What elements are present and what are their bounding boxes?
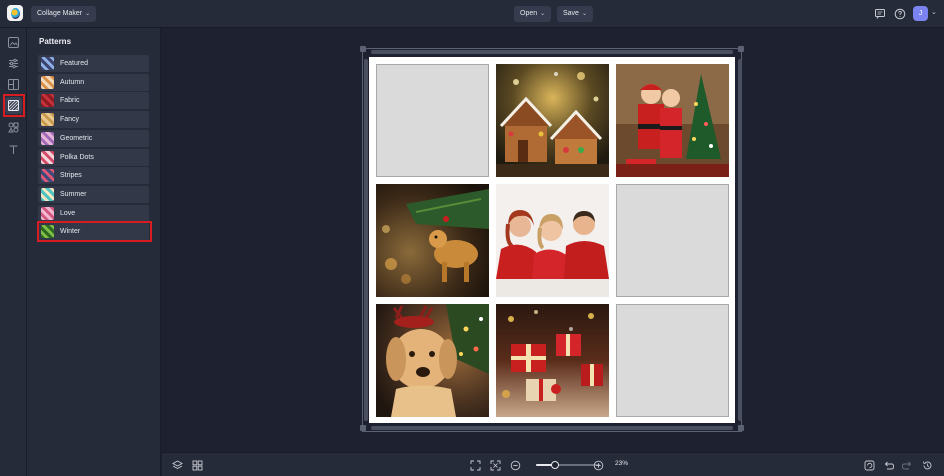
pattern-thumbnail — [41, 169, 54, 183]
left-resize-bar[interactable] — [364, 59, 368, 421]
app-logo-icon[interactable] — [7, 5, 23, 21]
app-menu-label: Collage Maker — [37, 10, 83, 17]
open-button[interactable]: Open ⌄ — [514, 6, 552, 22]
zoom-slider-knob[interactable] — [551, 461, 560, 469]
corner-handle[interactable] — [738, 46, 744, 52]
pattern-item-label: Autumn — [60, 78, 85, 86]
panel-title: Patterns — [39, 37, 72, 46]
save-label: Save — [563, 10, 579, 17]
pattern-thumbnail — [41, 206, 54, 220]
pattern-item-label: Geometric — [60, 134, 93, 142]
pattern-item-featured[interactable]: Featured — [38, 55, 149, 72]
collage-sheet — [369, 57, 735, 423]
pattern-item-label: Summer — [60, 190, 87, 198]
redo-icon[interactable] — [900, 458, 914, 472]
pattern-item-summer[interactable]: Summer — [38, 185, 149, 203]
collage-cell-empty[interactable] — [376, 64, 489, 177]
top-resize-bar[interactable] — [371, 50, 733, 54]
pattern-thumbnail — [41, 94, 54, 108]
layers-icon[interactable] — [170, 458, 184, 472]
sliders-icon[interactable] — [5, 55, 22, 72]
top-bar: Collage Maker ⌄ Open ⌄ Save ⌄ J ⌄ — [0, 0, 944, 28]
pattern-item-fabric[interactable]: Fabric — [38, 92, 149, 110]
rail-highlight-box — [3, 94, 25, 117]
pattern-thumbnail — [41, 131, 54, 145]
collage-photo-family-red-sweaters[interactable] — [496, 184, 609, 297]
zoom-percent-label: 23% — [615, 460, 629, 467]
pattern-item-autumn[interactable]: Autumn — [38, 73, 149, 91]
zoom-in-icon[interactable] — [591, 458, 605, 472]
corner-handle[interactable] — [360, 46, 366, 52]
comment-icon[interactable] — [873, 7, 887, 21]
save-button[interactable]: Save ⌄ — [557, 6, 593, 22]
history-icon[interactable] — [920, 458, 934, 472]
tool-rail — [0, 28, 27, 476]
graphics-icon[interactable] — [5, 119, 22, 136]
pattern-thumbnail — [41, 150, 54, 164]
chevron-down-icon[interactable]: ⌄ — [931, 8, 937, 16]
app-menu-button[interactable]: Collage Maker ⌄ — [31, 6, 97, 22]
pattern-item-label: Love — [60, 209, 76, 217]
pattern-item-love[interactable]: Love — [38, 204, 149, 222]
collage-cell-empty[interactable] — [616, 184, 729, 297]
bottom-resize-bar[interactable] — [371, 426, 733, 430]
rotate-icon[interactable] — [862, 458, 876, 472]
collage-cell-empty[interactable] — [616, 304, 729, 417]
pattern-item-label: Stripes — [60, 172, 82, 180]
winter-highlight-box — [37, 221, 152, 242]
undo-icon[interactable] — [881, 458, 895, 472]
chevron-down-icon: ⌄ — [540, 11, 546, 17]
collage-photo-kids-santa-suits[interactable] — [616, 64, 729, 177]
right-resize-bar[interactable] — [738, 59, 742, 421]
pattern-item-fancy[interactable]: Fancy — [38, 111, 149, 129]
grid-icon[interactable] — [190, 458, 204, 472]
corner-handle[interactable] — [738, 425, 744, 431]
layout-icon[interactable] — [5, 76, 22, 93]
pattern-thumbnail — [41, 187, 54, 201]
chevron-down-icon: ⌄ — [581, 11, 587, 17]
actual-size-icon[interactable] — [488, 458, 502, 472]
help-icon[interactable] — [893, 7, 907, 21]
pattern-item-label: Featured — [60, 60, 89, 67]
zoom-out-icon[interactable] — [508, 458, 522, 472]
collage-photo-red-gift-boxes[interactable] — [496, 304, 609, 417]
pattern-thumbnail — [41, 113, 54, 127]
collage-photo-gingerbread-houses[interactable] — [496, 64, 609, 177]
text-icon[interactable] — [5, 141, 22, 158]
bottom-toolbar: 23% — [162, 452, 944, 476]
pattern-item-label: Fancy — [60, 116, 80, 124]
user-avatar[interactable]: J — [913, 6, 928, 21]
pattern-item-label: Polka Dots — [60, 153, 94, 161]
corner-handle[interactable] — [360, 425, 366, 431]
pattern-item-geometric[interactable]: Geometric — [38, 129, 149, 147]
collage-photo-golden-retriever-antlers[interactable] — [376, 304, 489, 417]
pattern-thumbnail — [41, 57, 54, 70]
chevron-down-icon: ⌄ — [85, 11, 91, 17]
patterns-panel: Patterns Featured Autumn Fabric Fancy Geomet… — [27, 28, 161, 476]
pattern-item-label: Fabric — [60, 97, 80, 105]
pattern-thumbnail — [41, 75, 54, 89]
open-label: Open — [520, 10, 538, 17]
pattern-item-polka-dots[interactable]: Polka Dots — [38, 148, 149, 166]
pattern-item-stripes[interactable]: Stripes — [38, 167, 149, 185]
image-icon[interactable] — [5, 34, 22, 51]
collage-photo-dog-ornament[interactable] — [376, 184, 489, 297]
fit-screen-icon[interactable] — [468, 458, 482, 472]
